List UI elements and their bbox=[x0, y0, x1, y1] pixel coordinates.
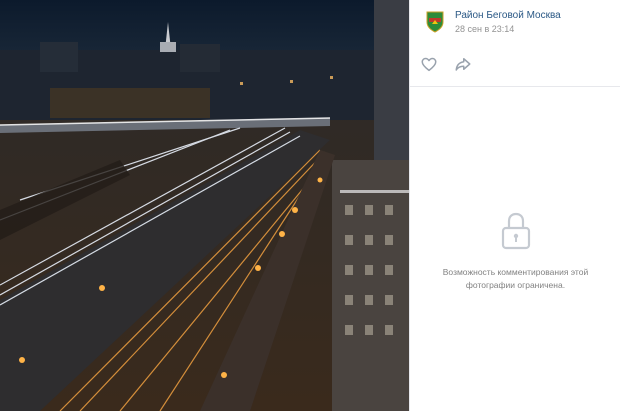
lock-icon bbox=[501, 212, 530, 250]
restricted-text-line1: Возможность комментирования этой bbox=[442, 267, 589, 277]
post-photo[interactable] bbox=[0, 0, 409, 411]
comments-restricted-notice: Возможность комментирования этой фотогра… bbox=[420, 210, 611, 292]
night-city-highway-image bbox=[0, 0, 409, 411]
community-name[interactable]: Район Беговой Москва bbox=[455, 10, 561, 21]
post-header: Район Беговой Москва 28 сен в 23:14 bbox=[422, 8, 617, 38]
restricted-text-line2: фотографии ограничена. bbox=[465, 280, 566, 290]
heart-icon bbox=[421, 57, 437, 72]
share-arrow-icon bbox=[455, 58, 471, 71]
photo-side-panel: Район Беговой Москва 28 сен в 23:14 Возм… bbox=[409, 0, 620, 411]
post-actions bbox=[420, 55, 510, 73]
share-button[interactable] bbox=[454, 55, 472, 73]
community-avatar[interactable] bbox=[422, 8, 448, 34]
like-button[interactable] bbox=[420, 55, 438, 73]
post-date[interactable]: 28 сен в 23:14 bbox=[455, 24, 514, 34]
photo-viewer: Район Беговой Москва 28 сен в 23:14 Возм… bbox=[0, 0, 620, 411]
district-emblem-icon bbox=[422, 8, 448, 34]
divider bbox=[410, 86, 620, 87]
